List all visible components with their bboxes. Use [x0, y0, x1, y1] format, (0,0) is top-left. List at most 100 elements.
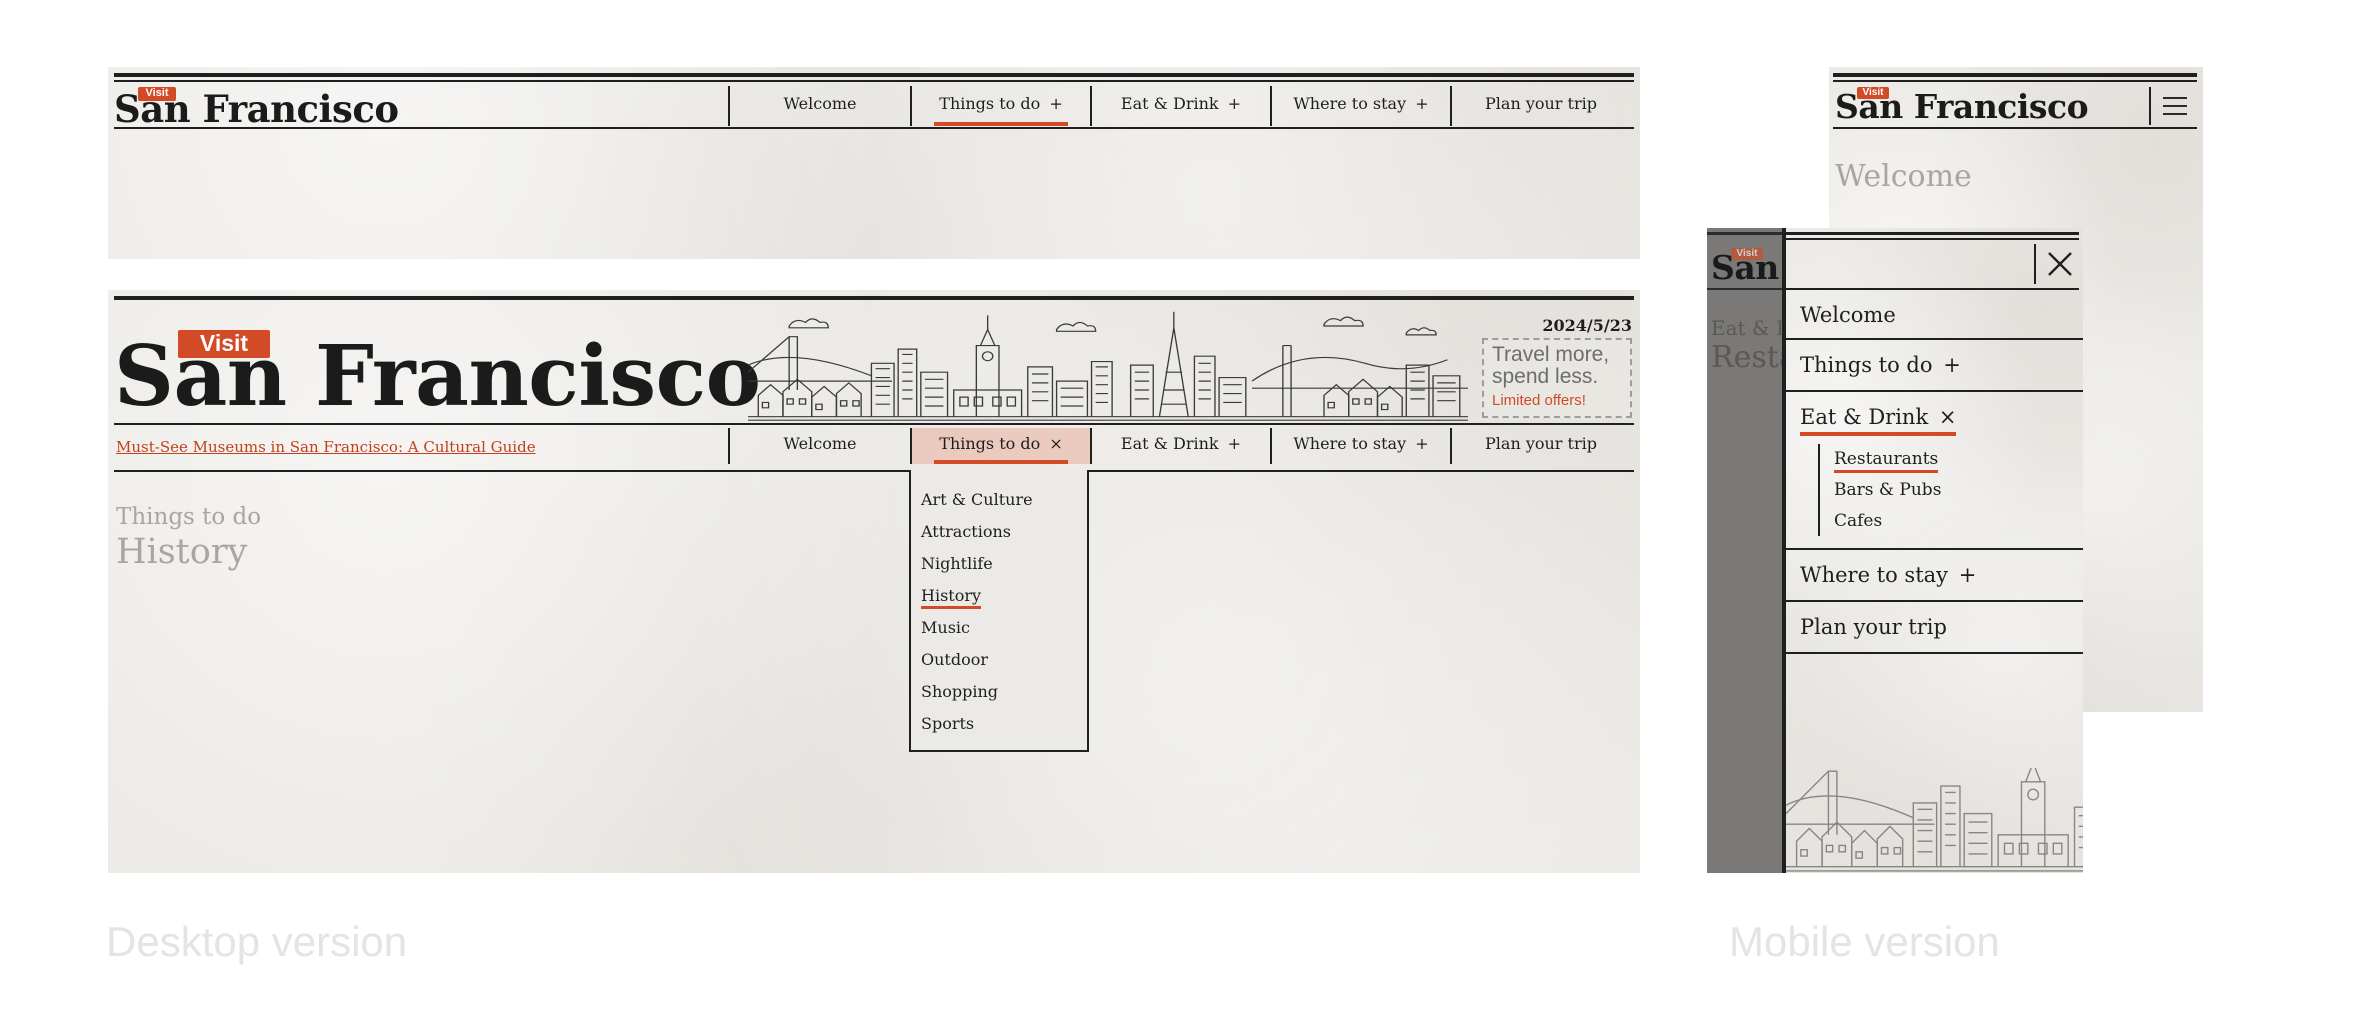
plus-icon: + — [1227, 94, 1242, 113]
main-nav: Welcome Things to do × Eat & Drink + Whe… — [728, 428, 1630, 464]
drawer-top-rule — [1786, 232, 2079, 235]
site-title-behind: San — [1711, 248, 1779, 287]
overlay-rule — [1707, 288, 1785, 290]
nav-item-where-to-stay[interactable]: Where to stay + — [1270, 428, 1450, 464]
masthead-double-rule — [114, 73, 1634, 77]
nav-label: Where to stay — [1293, 94, 1407, 113]
nav-drawer: Welcome Things to do + Eat & Drink × Res… — [1786, 228, 2083, 873]
close-icon — [2048, 252, 2072, 276]
plus-icon: + — [1415, 94, 1429, 113]
dropdown-item-music[interactable]: Music — [921, 612, 1087, 644]
submenu-item-cafes[interactable]: Cafes — [1834, 506, 2018, 537]
nav-item-where-to-stay[interactable]: Where to stay + — [1270, 86, 1450, 126]
dropdown-item-art-culture[interactable]: Art & Culture — [921, 484, 1087, 516]
dropdown-item-outdoor[interactable]: Outdoor — [921, 644, 1087, 676]
close-icon: × — [1938, 405, 1957, 429]
mobile-open-frame: Visit San Eat & D Resta Welcome Things t… — [1707, 228, 2083, 873]
nav-item-plan-your-trip[interactable]: Plan your trip — [1450, 86, 1630, 126]
desktop-caption: Desktop version — [106, 918, 408, 965]
page-eyebrow: Things to do — [116, 504, 262, 530]
hamburger-icon — [2163, 97, 2187, 121]
header-bottom-rule — [114, 127, 1634, 129]
active-underline — [1800, 432, 1957, 436]
nav-item-welcome[interactable]: Welcome — [728, 428, 910, 464]
drawer-label: Where to stay — [1800, 563, 1949, 587]
drawer-item-eat-drink: Eat & Drink × Restaurants Bars & Pubs Ca… — [1786, 392, 2083, 550]
drawer-toggle-eat-drink[interactable]: Eat & Drink × — [1800, 402, 1957, 436]
dropdown-item-history[interactable]: History — [921, 580, 1087, 612]
mobile-caption: Mobile version — [1729, 918, 2000, 965]
dropdown-item-attractions[interactable]: Attractions — [921, 516, 1087, 548]
masthead-rule — [114, 296, 1634, 300]
city-skyline-illustration — [1786, 768, 2083, 872]
close-icon: × — [1049, 434, 1063, 453]
plus-icon: + — [1958, 563, 1977, 587]
promo-ad[interactable]: Travel more, spend less. Limited offers! — [1482, 338, 1632, 418]
site-logo[interactable]: Visit San Francisco — [1835, 85, 2089, 126]
page-title: History — [116, 532, 248, 572]
desktop-compact-header-frame: Visit San Francisco Welcome Things to do… — [108, 67, 1640, 259]
nav-label: Plan your trip — [1485, 94, 1597, 113]
close-button[interactable] — [2034, 244, 2082, 284]
plus-icon: + — [1415, 434, 1429, 453]
plus-icon: + — [1049, 94, 1063, 113]
nav-item-eat-drink[interactable]: Eat & Drink + — [1090, 86, 1270, 126]
header-bottom-rule — [1833, 127, 2197, 129]
drawer-item-plan-your-trip[interactable]: Plan your trip — [1786, 602, 2083, 654]
menu-button[interactable] — [2149, 87, 2195, 125]
page-overlay[interactable]: Visit San Eat & D Resta — [1707, 228, 1797, 873]
dropdown-item-shopping[interactable]: Shopping — [921, 676, 1087, 708]
drawer-item-things-to-do[interactable]: Things to do + — [1786, 340, 2083, 392]
masthead-thin-rule — [1833, 80, 2197, 82]
submenu-item-label: Restaurants — [1834, 449, 1939, 473]
nav-label: Welcome — [783, 94, 857, 113]
drawer-item-where-to-stay[interactable]: Where to stay + — [1786, 550, 2083, 602]
ad-line-3: Limited offers! — [1492, 392, 1586, 409]
nav-item-things-to-do[interactable]: Things to do × — [910, 428, 1090, 464]
eat-drink-submenu: Restaurants Bars & Pubs Cafes — [1818, 444, 2018, 536]
dropdown-item-nightlife[interactable]: Nightlife — [921, 548, 1087, 580]
nav-label: Things to do — [939, 434, 1041, 453]
submenu-item-restaurants[interactable]: Restaurants — [1834, 444, 2018, 475]
city-skyline-illustration — [748, 311, 1468, 421]
drawer-thin-rule — [1786, 238, 2079, 240]
dateline: 2024/5/23 — [1542, 316, 1632, 335]
plus-icon: + — [1227, 434, 1242, 453]
active-underline — [934, 122, 1068, 126]
nav-item-eat-drink[interactable]: Eat & Drink + — [1090, 428, 1270, 464]
behind-eyebrow: Eat & D — [1711, 316, 1793, 340]
ad-line-2: spend less. — [1492, 365, 1599, 388]
nav-label: Welcome — [783, 434, 857, 453]
ad-line-1: Travel more, — [1492, 343, 1610, 366]
things-to-do-dropdown: Art & Culture Attractions Nightlife Hist… — [909, 470, 1089, 752]
drawer-label: Things to do — [1800, 353, 1933, 377]
site-title: San Francisco — [1835, 87, 2089, 126]
nav-label: Things to do — [939, 94, 1041, 113]
masthead-rule — [1833, 73, 2197, 77]
dropdown-item-sports[interactable]: Sports — [921, 708, 1087, 740]
site-title: San Francisco — [114, 327, 761, 425]
nav-item-welcome[interactable]: Welcome — [728, 86, 910, 126]
submenu-item-bars-pubs[interactable]: Bars & Pubs — [1834, 475, 2018, 506]
dropdown-item-label: History — [921, 586, 982, 609]
drawer-item-welcome[interactable]: Welcome — [1786, 290, 2083, 340]
overlay-rule — [1707, 232, 1785, 235]
nav-item-things-to-do[interactable]: Things to do + — [910, 86, 1090, 126]
drawer-label: Welcome — [1800, 303, 1896, 327]
nav-label: Eat & Drink — [1120, 94, 1219, 113]
site-title: San Francisco — [114, 87, 399, 131]
featured-article-link[interactable]: Must-See Museums in San Francisco: A Cul… — [116, 438, 536, 456]
desktop-expanded-header-frame: Visit San Francisco 2024/5/23 Travel mor… — [108, 290, 1640, 873]
masthead-thin-rule — [114, 80, 1634, 82]
masthead-bottom-rule — [114, 423, 1634, 425]
main-nav: Welcome Things to do + Eat & Drink + Whe… — [728, 86, 1630, 126]
nav-label: Eat & Drink — [1120, 434, 1219, 453]
plus-icon: + — [1943, 353, 1961, 377]
drawer-label: Eat & Drink — [1800, 405, 1929, 429]
nav-item-plan-your-trip[interactable]: Plan your trip — [1450, 428, 1630, 464]
site-logo[interactable]: Visit San Francisco — [114, 85, 399, 131]
site-logo-large[interactable]: Visit San Francisco — [114, 318, 761, 424]
page-title: Welcome — [1835, 159, 1972, 194]
active-underline — [934, 460, 1068, 464]
nav-label: Where to stay — [1293, 434, 1407, 453]
